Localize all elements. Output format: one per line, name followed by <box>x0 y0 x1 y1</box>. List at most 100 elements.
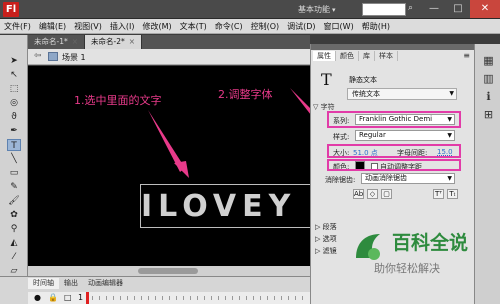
text-tool-icon: T <box>321 70 332 89</box>
free-transform-tool-icon[interactable]: ⬚ <box>7 83 21 95</box>
panel-menu-icon[interactable]: ≡ <box>463 51 470 60</box>
watermark-title: 百科全说 <box>392 232 469 254</box>
info-icon[interactable]: ℹ <box>482 90 495 103</box>
options-section-header[interactable]: ▷ 选项 <box>315 234 337 244</box>
pen-tool-icon[interactable]: ✒ <box>7 125 21 137</box>
menu-text[interactable]: 文本(T) <box>180 21 207 32</box>
close-icon[interactable]: × <box>72 37 78 46</box>
menu-edit[interactable]: 编辑(E) <box>39 21 66 32</box>
tab-timeline[interactable]: 时间轴 <box>28 278 59 289</box>
selectable-button[interactable]: Ab <box>353 189 364 199</box>
arrow-to-panel <box>290 88 310 114</box>
superscript-button[interactable]: Tᵀ <box>433 189 444 199</box>
minimize-button[interactable]: — <box>422 0 446 18</box>
rectangle-tool-icon[interactable]: ▭ <box>7 167 21 179</box>
maximize-button[interactable]: □ <box>446 0 470 18</box>
chevron-down-icon: ▼ <box>449 90 454 97</box>
stage-horizontal-scrollbar[interactable] <box>28 266 310 276</box>
paint-bucket-tool-icon[interactable]: ◭ <box>7 237 21 249</box>
tab-motion-editor[interactable]: 动画编辑器 <box>83 278 128 289</box>
baike-logo-icon <box>356 234 380 260</box>
eye-icon[interactable]: ● <box>34 293 41 302</box>
color-highlight <box>327 159 461 171</box>
menu-control[interactable]: 控制(O) <box>251 21 280 32</box>
lasso-tool-icon[interactable]: ϑ <box>7 111 21 123</box>
frame-ticks <box>92 296 306 300</box>
font-style-select[interactable]: Regular ▼ <box>355 130 455 141</box>
chevron-down-icon: ▼ <box>447 175 452 182</box>
menu-debug[interactable]: 调试(D) <box>287 21 315 32</box>
timeline-panel: 时间轴 输出 动画编辑器 ● 🔒 □ 1 <box>0 276 310 304</box>
subscript-button[interactable]: Tₜ <box>447 189 458 199</box>
tab-output[interactable]: 输出 <box>59 278 83 289</box>
menu-file[interactable]: 文件(F) <box>4 21 31 32</box>
text-tool-icon[interactable]: T <box>7 139 21 151</box>
annotation-arrows <box>148 88 310 178</box>
paragraph-section-header[interactable]: ▷ 段落 <box>315 222 337 232</box>
eyedropper-tool-icon[interactable]: ⁄ <box>7 251 21 263</box>
help-search-input[interactable] <box>362 3 406 16</box>
tab-untitled-1[interactable]: 未命名-1* × <box>28 35 86 49</box>
scene-icon <box>48 52 58 61</box>
tab-untitled-2[interactable]: 未命名-2* × <box>85 35 143 49</box>
transform-icon[interactable]: ⊞ <box>482 108 495 121</box>
selection-tool-icon[interactable]: ➤ <box>7 55 21 67</box>
pencil-tool-icon[interactable]: ✎ <box>7 181 21 193</box>
menu-window[interactable]: 窗口(W) <box>324 21 354 32</box>
workspace-switcher[interactable]: 基本功能 ▾ <box>298 4 336 15</box>
text-engine-select[interactable]: 传统文本 ▼ <box>347 88 457 100</box>
watermark-subtitle: 助你轻松解决 <box>374 262 440 275</box>
timeline-frames[interactable]: ● 🔒 □ 1 <box>28 292 310 304</box>
border-button[interactable]: ▢ <box>381 189 392 199</box>
search-icon[interactable]: ⌕ <box>408 3 413 13</box>
flash-logo-icon: Fl <box>3 2 19 17</box>
align-icon[interactable]: ▥ <box>482 72 495 85</box>
bone-tool-icon[interactable]: ⚲ <box>7 223 21 235</box>
workspace-label: 基本功能 <box>298 5 330 14</box>
stage[interactable]: 1.选中里面的文字 2.调整字体 ILOVEY <box>28 66 310 266</box>
menu-bar: 文件(F) 编辑(E) 视图(V) 插入(I) 修改(M) 文本(T) 命令(C… <box>0 19 500 34</box>
back-arrow-icon[interactable]: ⇦ <box>34 51 42 61</box>
style-label: 样式: <box>333 133 350 141</box>
3d-rotation-tool-icon[interactable]: ◎ <box>7 97 21 109</box>
menu-commands[interactable]: 命令(C) <box>215 21 243 32</box>
chevron-down-icon: ▾ <box>332 6 336 14</box>
menu-help[interactable]: 帮助(H) <box>362 21 390 32</box>
filters-section-header[interactable]: ▷ 滤镜 <box>315 246 337 256</box>
tab-library[interactable]: 库 <box>359 51 375 61</box>
family-highlight <box>327 111 461 128</box>
stage-text-field[interactable]: ILOVEY <box>140 184 310 228</box>
tab-properties[interactable]: 属性 <box>313 51 336 61</box>
scene-label: 场景 1 <box>62 53 86 62</box>
swatches-icon[interactable]: ▦ <box>482 54 495 67</box>
document-tabs: 未命名-1* × 未命名-2* × <box>28 35 310 49</box>
subselection-tool-icon[interactable]: ↖ <box>7 69 21 81</box>
menu-view[interactable]: 视图(V) <box>74 21 102 32</box>
playhead[interactable] <box>86 292 89 304</box>
lock-icon[interactable]: 🔒 <box>48 293 58 302</box>
tab-swatches[interactable]: 样本 <box>375 51 398 61</box>
title-bar: Fl 基本功能 ▾ ⌕ — □ ✕ <box>0 0 500 19</box>
close-button[interactable]: ✕ <box>470 0 500 18</box>
menu-modify[interactable]: 修改(M) <box>142 21 171 32</box>
baike-watermark: 百科全说 助你轻松解决 <box>350 226 480 286</box>
text-type-static: 静态文本 <box>349 76 377 84</box>
tools-panel: ➤ ↖ ⬚ ◎ ϑ ✒ T ╲ ▭ ✎ 🖌 ✿ ⚲ ◭ ⁄ ▱ <box>0 35 28 280</box>
scroll-thumb[interactable] <box>138 268 198 274</box>
edit-bar: ⇦ 场景 1 <box>28 49 310 65</box>
frame-number: 1 <box>78 293 84 302</box>
menu-insert[interactable]: 插入(I) <box>110 21 135 32</box>
html-button[interactable]: ◇ <box>367 189 378 199</box>
line-tool-icon[interactable]: ╲ <box>7 153 21 165</box>
size-highlight <box>327 144 461 158</box>
panel-grip[interactable] <box>311 44 475 50</box>
arrowhead-to-text <box>174 161 189 178</box>
outline-icon[interactable]: □ <box>64 293 72 302</box>
chevron-down-icon: ▼ <box>447 132 452 139</box>
tab-label: 未命名-1* <box>34 37 68 46</box>
deco-tool-icon[interactable]: ✿ <box>7 209 21 221</box>
brush-tool-icon[interactable]: 🖌 <box>7 195 21 207</box>
close-icon[interactable]: × <box>129 37 135 46</box>
anti-alias-select[interactable]: 动画消除锯齿 ▼ <box>361 173 455 184</box>
tab-color[interactable]: 颜色 <box>336 51 359 61</box>
